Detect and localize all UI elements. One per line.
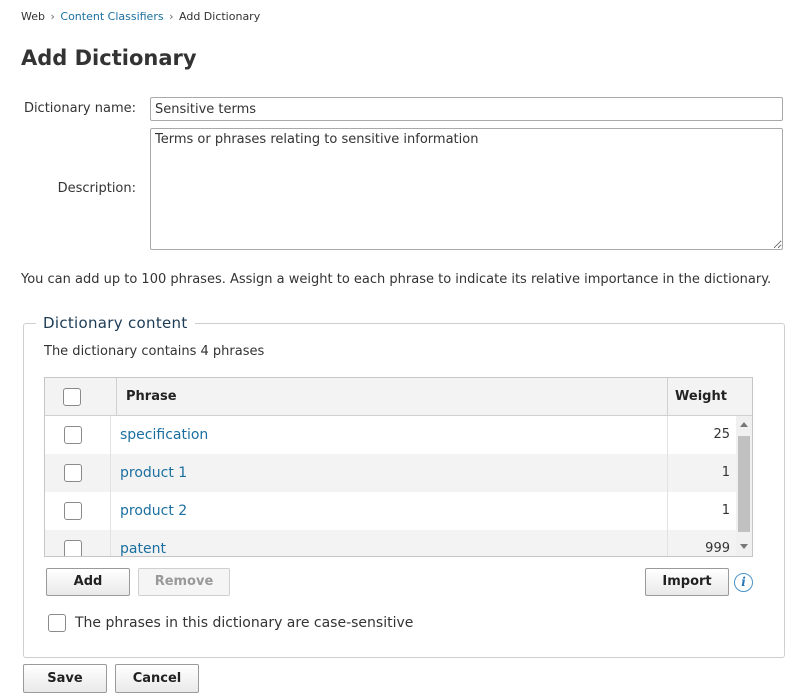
description-textarea[interactable]: Terms or phrases relating to sensitive i… — [150, 128, 783, 250]
case-sensitive-label[interactable]: The phrases in this dictionary are case-… — [75, 615, 413, 631]
phrase-limit-info: You can add up to 100 phrases. Assign a … — [21, 272, 772, 287]
phrase-link[interactable]: specification — [120, 416, 208, 454]
phrase-link[interactable]: patent — [120, 530, 166, 556]
info-icon[interactable]: i — [734, 573, 753, 592]
phrase-count-text: The dictionary contains 4 phrases — [44, 344, 265, 359]
cancel-button[interactable]: Cancel — [115, 664, 199, 693]
column-divider — [667, 378, 668, 416]
scroll-down-arrow-icon[interactable] — [740, 544, 748, 549]
weight-value: 1 — [721, 465, 730, 480]
phrases-table: Phrase Weight specification 25 product 1… — [44, 377, 753, 557]
breadcrumb-separator-icon: › — [50, 10, 55, 23]
table-header: Phrase Weight — [45, 378, 752, 416]
row-checkbox[interactable] — [64, 426, 82, 444]
weight-value: 999 — [705, 541, 730, 556]
save-button[interactable]: Save — [23, 664, 107, 693]
import-button[interactable]: Import — [645, 568, 729, 596]
add-phrase-button[interactable]: Add — [46, 568, 130, 596]
column-divider — [116, 378, 117, 416]
weight-value: 25 — [713, 427, 730, 442]
table-body: specification 25 product 1 1 product 2 1… — [45, 416, 752, 556]
row-checkbox[interactable] — [64, 540, 82, 556]
select-all-checkbox[interactable] — [63, 388, 81, 406]
page-title: Add Dictionary — [21, 46, 197, 70]
table-row[interactable]: product 2 1 — [45, 492, 752, 530]
phrase-link[interactable]: product 1 — [120, 454, 187, 492]
table-row[interactable]: specification 25 — [45, 416, 752, 454]
breadcrumb-link-content-classifiers[interactable]: Content Classifiers — [60, 10, 163, 23]
dictionary-name-input[interactable] — [150, 97, 783, 121]
table-scrollbar[interactable] — [736, 416, 752, 556]
row-checkbox[interactable] — [64, 502, 82, 520]
breadcrumb-separator-icon: › — [169, 10, 174, 23]
case-sensitive-checkbox[interactable] — [48, 614, 66, 632]
scrollbar-thumb[interactable] — [738, 436, 750, 532]
table-row[interactable]: product 1 1 — [45, 454, 752, 492]
weight-value: 1 — [721, 503, 730, 518]
column-divider — [667, 416, 668, 556]
column-header-weight[interactable]: Weight — [675, 378, 727, 416]
breadcrumb: Web › Content Classifiers › Add Dictiona… — [21, 10, 260, 23]
remove-phrase-button[interactable]: Remove — [138, 568, 230, 596]
phrase-link[interactable]: product 2 — [120, 492, 187, 530]
column-header-phrase[interactable]: Phrase — [126, 378, 177, 416]
scroll-up-arrow-icon[interactable] — [740, 422, 748, 427]
column-divider — [110, 416, 111, 556]
dictionary-content-legend: Dictionary content — [36, 314, 195, 332]
table-row[interactable]: patent 999 — [45, 530, 752, 556]
description-label: Description: — [57, 181, 136, 196]
dictionary-name-label: Dictionary name: — [23, 101, 136, 116]
row-checkbox[interactable] — [64, 464, 82, 482]
breadcrumb-root: Web — [21, 10, 45, 23]
breadcrumb-current: Add Dictionary — [179, 10, 261, 23]
